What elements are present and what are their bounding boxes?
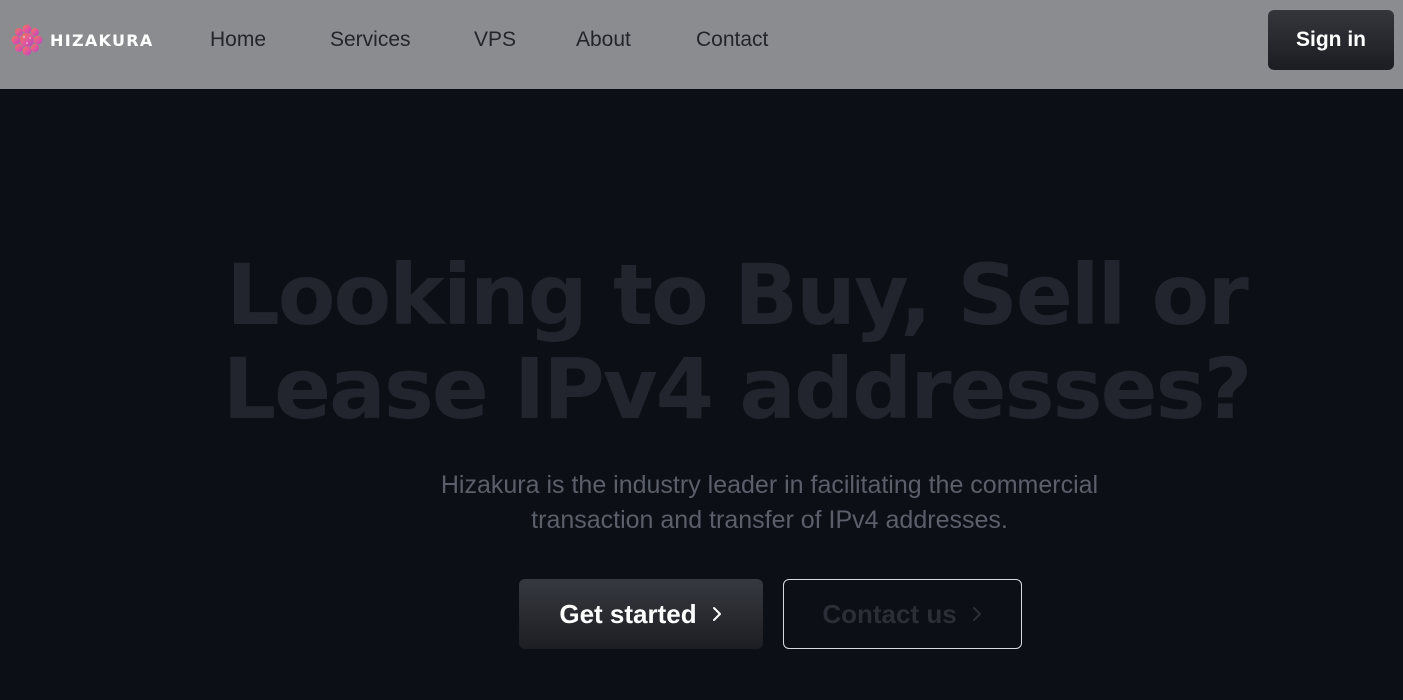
- brand-name: HIZAKURA: [50, 30, 154, 50]
- contact-us-button[interactable]: Contact us: [783, 579, 1022, 649]
- get-started-button[interactable]: Get started: [519, 579, 763, 649]
- hero-subtitle-line-2: transaction and transfer of IPv4 address…: [531, 506, 1008, 534]
- get-started-label: Get started: [559, 598, 697, 629]
- nav-link-contact[interactable]: Contact: [696, 26, 768, 54]
- nav-link-services[interactable]: Services: [330, 26, 411, 54]
- nav-link-about[interactable]: About: [576, 26, 631, 54]
- hero-subtitle: Hizakura is the industry leader in facil…: [0, 468, 1403, 538]
- sign-in-button[interactable]: Sign in: [1268, 10, 1394, 70]
- chevron-right-icon: [712, 607, 721, 621]
- hero-title: Looking to Buy, Sell or Lease IPv4 addre…: [0, 248, 1403, 436]
- sakura-logo-icon: [11, 24, 43, 56]
- brand-logo[interactable]: HIZAKURA: [10, 22, 154, 58]
- chevron-right-icon: [972, 607, 981, 621]
- nav-link-home[interactable]: Home: [210, 26, 266, 54]
- site-header: HIZAKURA Home Services VPS About Contact…: [0, 0, 1403, 89]
- contact-us-label: Contact us: [822, 598, 957, 629]
- hero-subtitle-line-1: Hizakura is the industry leader in facil…: [440, 471, 1099, 499]
- nav-link-vps[interactable]: VPS: [474, 26, 516, 54]
- hero-title-line-1: Looking to Buy, Sell or: [226, 246, 1249, 344]
- hero-title-line-2: Lease IPv4 addresses?: [222, 340, 1253, 438]
